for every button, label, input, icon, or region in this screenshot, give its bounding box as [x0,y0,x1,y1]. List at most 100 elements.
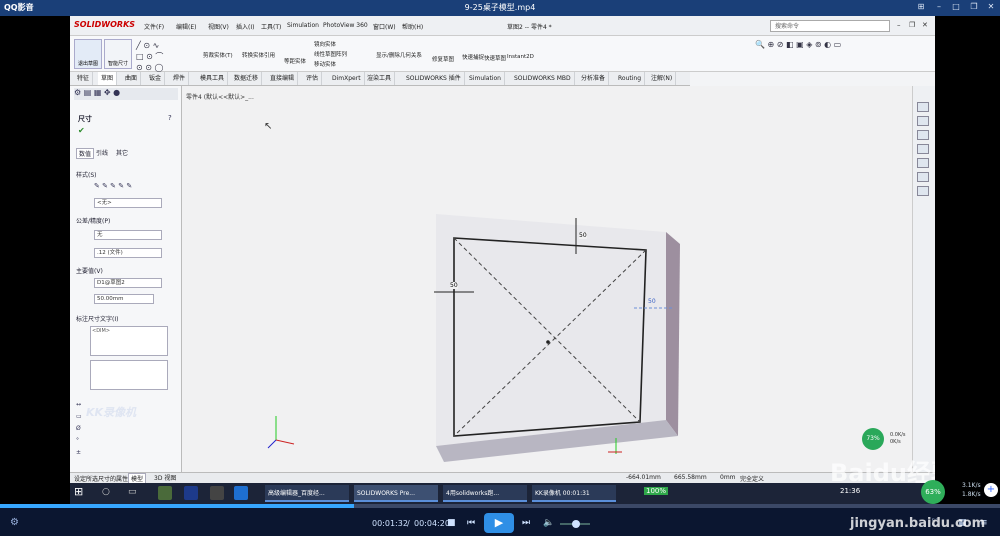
tab-simulation[interactable]: Simulation [466,72,505,85]
tab-features[interactable]: 特征 [74,72,94,85]
style-icons[interactable]: ✎ ✎ ✎ ✎ ✎ [94,182,132,190]
restore-icon[interactable]: ❐ [968,2,980,13]
stop-icon[interactable]: ■ [447,518,456,528]
rapid-sketch-button[interactable]: 快速草图 [484,54,506,62]
tab-direct-editing[interactable]: 直接编辑 [267,72,299,85]
menu-window[interactable]: 窗口(W) [373,22,396,31]
resources-icon[interactable] [917,116,929,126]
ie-icon[interactable] [234,486,248,500]
home-icon[interactable] [917,102,929,112]
close-icon[interactable]: ✕ [985,2,997,13]
menu-tools[interactable]: 工具(T) [261,22,281,31]
tab-data-migration[interactable]: 数据迁移 [231,72,263,85]
tab-mold-tools[interactable]: 模具工具 [197,72,229,85]
start-icon[interactable]: ⊞ [74,485,83,498]
menu-view[interactable]: 视图(V) [208,22,229,31]
tab-routing[interactable]: Routing [615,72,646,85]
play-button[interactable]: ▶ [484,513,514,533]
display-relations-button[interactable]: 显示/删除几何关系 [376,51,422,59]
smart-dimension-button[interactable]: 智能尺寸 [104,39,132,69]
linear-pattern-button[interactable]: 线性草图阵列 [314,50,347,58]
plus-icon[interactable]: + [984,483,998,497]
manager-tabs-icons[interactable]: ⚙ ▤ ▦ ✥ ● [74,88,178,100]
tab-sheet-metal[interactable]: 钣金 [146,72,166,85]
menu-simulation[interactable]: Simulation [287,22,319,29]
primary-value-section-label[interactable]: 主要值(V) [76,266,103,275]
repair-sketch-button[interactable]: 修复草图 [432,55,454,63]
task-view-icon[interactable]: ▭ [128,487,137,497]
exit-sketch-button[interactable]: 退出草图 [74,39,102,69]
maximize-icon[interactable]: □ [950,2,962,13]
taskbar-item-solidworks[interactable]: SOLIDWORKS Pre... [354,485,438,502]
trim-entities-button[interactable]: 剪裁实体(T) [203,51,233,59]
next-icon[interactable]: ⏭ [522,518,530,528]
dimension-top[interactable]: 50 [579,232,587,239]
subtab-value[interactable]: 数值 [76,148,95,159]
offset-entities-button[interactable]: 等距实体 [284,57,306,65]
tab-surfaces[interactable]: 曲面 [122,72,142,85]
taskbar-item-folder[interactable]: 4用solidworks跑... [443,485,527,502]
calculator-icon[interactable] [210,486,224,500]
dimension-left[interactable]: 50 [450,282,458,289]
subtab-other[interactable]: 其它 [116,148,128,157]
design-library-icon[interactable] [917,130,929,140]
tab-analysis-prep[interactable]: 分析准备 [578,72,610,85]
help-icon[interactable]: ? [168,114,172,122]
graphics-area[interactable]: 零件4 (默认<<默认>_... ↖ 50 50 50 [182,86,912,472]
menu-file[interactable]: 文件(F) [144,22,164,31]
primary-value-field[interactable]: 50.00mm [94,294,154,304]
net-monitor-widget[interactable]: 73% [862,428,884,450]
tolerance-type-select[interactable]: 无 [94,230,162,240]
video-frame[interactable]: SOLIDWORKS 文件(F) 编辑(E) 视图(V) 插入(I) 工具(T)… [70,16,935,504]
menu-edit[interactable]: 编辑(E) [176,22,196,31]
forum-icon[interactable] [917,186,929,196]
dimension-right[interactable]: 50 [648,298,656,305]
tab-sketch[interactable]: 草图 [98,72,118,85]
previous-icon[interactable]: ⏮ [467,518,475,528]
photoshop-icon[interactable] [184,486,198,500]
app-icon-1[interactable] [158,486,172,500]
ok-check-icon[interactable]: ✔ [78,126,85,135]
move-entities-button[interactable]: 移动实体 [314,60,336,68]
style-select[interactable]: <无> [94,198,162,208]
subtab-leaders[interactable]: 引线 [96,148,108,157]
settings-icon[interactable]: ⚙ [10,517,19,528]
tolerance-section-label[interactable]: 公差/精度(P) [76,216,110,225]
appearance-icon[interactable] [917,158,929,168]
taskbar-item-editor[interactable]: 高级编辑器_百度经... [265,485,349,502]
primary-name-field[interactable]: D1@草图2 [94,278,162,288]
search-icon[interactable]: ○ [102,487,110,497]
menu-insert[interactable]: 插入(I) [236,22,254,31]
precision-select[interactable]: .12 (文件) [94,248,162,258]
tab-dimxpert[interactable]: DimXpert [329,72,365,85]
sw-restore-icon[interactable]: ❐ [909,21,915,29]
dim-text-box-2[interactable] [90,360,168,390]
menu-help[interactable]: 帮助(H) [402,22,423,31]
volume-icon[interactable]: 🔈 [543,518,554,528]
sw-minimize-icon[interactable]: – [897,21,901,29]
sketch-entity-icons[interactable]: ╱ ⊙ ∿ □ ⊙ ⌒ ⊙ ⊙ ◯ [136,40,163,73]
tab-evaluate[interactable]: 评估 [303,72,323,85]
mirror-entities-button[interactable]: 镜向实体 [314,40,336,48]
custom-props-icon[interactable] [917,172,929,182]
dim-text-section-label[interactable]: 标注尺寸文字(I) [76,314,118,323]
center-point[interactable] [546,340,550,344]
view-toolbar-icons[interactable]: 🔍 ⊕ ⊘ ◧ ▣ ◈ ⊚ ◐ ▭ [755,40,841,49]
minimize-icon[interactable]: – [933,2,945,13]
quick-snaps-button[interactable]: 快速捕捉 [462,53,484,61]
tab-3d-view[interactable]: 3D 视图 [152,473,178,482]
volume-knob[interactable] [572,520,580,528]
convert-entities-button[interactable]: 转换实体引用 [242,51,275,59]
dim-text-box[interactable]: <DIM> [90,326,168,356]
menu-photoview[interactable]: PhotoView 360 [323,22,368,29]
tab-render-tools[interactable]: 渲染工具 [364,72,396,85]
tab-weldments[interactable]: 焊件 [170,72,190,85]
tab-sw-mbd[interactable]: SOLIDWORKS MBD [511,72,575,85]
style-section-label[interactable]: 样式(S) [76,170,97,179]
file-explorer-icon[interactable] [917,144,929,154]
pin-icon[interactable]: ⊞ [915,2,927,13]
search-commands-input[interactable]: 搜索命令 [770,20,890,32]
tab-annotations[interactable]: 注解(N) [648,72,677,85]
tab-sw-addins[interactable]: SOLIDWORKS 插件 [403,72,465,85]
taskbar-item-kk[interactable]: KK录像机 00:01:31 [532,485,616,502]
